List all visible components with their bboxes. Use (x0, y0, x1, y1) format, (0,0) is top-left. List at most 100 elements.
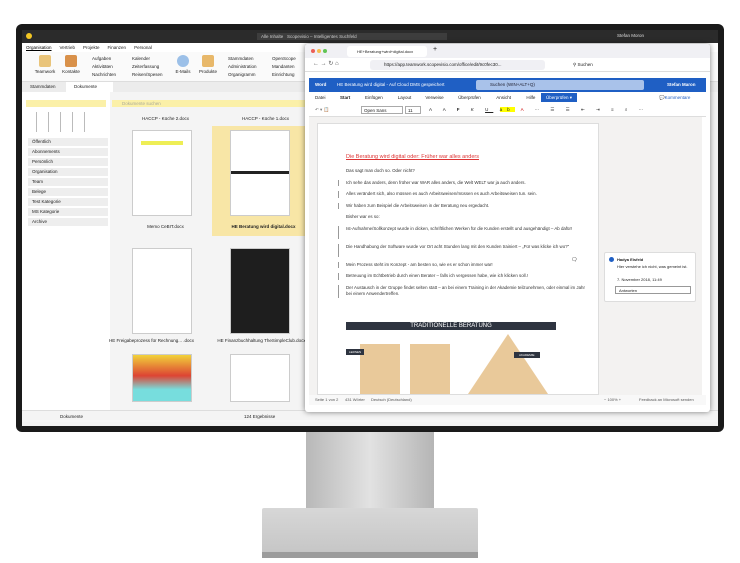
menu-tab[interactable]: Ansicht (496, 92, 511, 103)
user-menu[interactable]: Stefan Moron (617, 33, 644, 38)
aufgaben-button[interactable]: Aufgaben (92, 55, 116, 63)
kontakte-button[interactable]: Kontakte (60, 55, 82, 74)
url-field[interactable]: https://app.teamwork.scopevisio.com/offi… (370, 60, 545, 70)
word-menu: Überprüfen ▾ 💬Kommentare Datei Start Einfü… (309, 92, 706, 104)
minimize-window-icon[interactable] (317, 49, 321, 53)
document-title[interactable]: HE Beratung wird digital - Auf Cloud DMS… (337, 78, 445, 92)
review-mode-button[interactable]: Überprüfen ▾ (541, 93, 578, 102)
tab-organisation[interactable]: Organisation (26, 43, 52, 52)
zoom-control[interactable]: − 100% + (604, 395, 621, 405)
category-item[interactable]: Abonnements (28, 148, 108, 156)
document-thumbnail[interactable] (132, 354, 192, 402)
paragraph: Bisher war es so: (346, 214, 380, 219)
document-thumbnail[interactable] (230, 354, 290, 402)
document-thumbnail[interactable] (132, 248, 192, 334)
tab-projekte[interactable]: Projekte (83, 43, 100, 52)
category-sidebar: Öffentlich Abonnements Persönlich Organisat… (22, 92, 110, 410)
menu-tab[interactable]: Verweise (425, 92, 443, 103)
document-canvas: Die Beratung wird digital oder: Früher w… (309, 117, 702, 395)
browser-tab[interactable]: HE+Beratung+wird+digital.docx (347, 46, 427, 57)
produkte-button[interactable]: Produkte (197, 55, 219, 74)
document-label[interactable]: HE Freigabeprozess für Rechnung... .docx (104, 338, 199, 343)
zoom-level: 100% (607, 397, 618, 402)
category-item[interactable]: Persönlich (28, 158, 108, 166)
graphic-pyramid (468, 334, 548, 394)
emails-button[interactable]: E-Mails (172, 55, 194, 74)
nachrichten-button[interactable]: Nachrichten (92, 71, 116, 79)
menu-tab[interactable]: Einfügen (365, 92, 383, 103)
comment-marker-icon[interactable]: 🗨 (571, 257, 577, 263)
category-item[interactable]: MS Kategorie (28, 208, 108, 216)
maximize-window-icon[interactable] (323, 49, 327, 53)
browser-search[interactable]: ⚲ Suchen (573, 60, 663, 70)
document-label[interactable]: HACCP - Küche 2.docx (118, 116, 213, 121)
reisen-button[interactable]: Reisen/Spesen (132, 71, 163, 79)
close-window-icon[interactable] (311, 49, 315, 53)
document-thumbnail[interactable] (230, 248, 290, 334)
mandanten-button[interactable]: Mandanten (272, 63, 296, 71)
undo-icon[interactable]: ↶ ▾ 📋 (315, 103, 329, 117)
document-page[interactable]: Die Beratung wird digital oder: Früher w… (317, 123, 599, 395)
tab-vertrieb[interactable]: Vertrieb (60, 43, 76, 52)
word-logo[interactable]: Word (315, 78, 326, 92)
format-buttons[interactable]: A A F K U ab A ⋯ ☰ ☰ ⇤ ⇥ ≡ ⌕ ⋯ (429, 103, 648, 117)
document-heading: Die Beratung wird digital oder: Früher w… (346, 154, 479, 160)
folder-type-icons[interactable] (34, 112, 94, 132)
new-tab-icon[interactable]: + (433, 46, 437, 53)
category-search[interactable] (26, 100, 106, 107)
nav-icons[interactable]: ← → ↻ ⌂ (313, 60, 339, 67)
label: Überprüfen (546, 95, 569, 100)
category-item[interactable]: Team (28, 178, 108, 186)
comment-author: Hadya Eisfeld (617, 257, 644, 262)
app-logo-icon (26, 33, 32, 39)
category-item[interactable]: Öffentlich (28, 138, 108, 146)
reply-field[interactable]: Antworten (615, 286, 691, 294)
category-item[interactable]: Belege (28, 188, 108, 196)
tab-personal[interactable]: Personal (134, 43, 152, 52)
administration-button[interactable]: Administration (228, 63, 257, 71)
word-search[interactable]: Suchen (WIN+ALT+Q) (476, 80, 644, 90)
tab-finanzen[interactable]: Finanzen (108, 43, 127, 52)
label: E-Mails (175, 69, 191, 74)
document-label[interactable]: HE Beratung wird digital.docx (216, 224, 311, 229)
language[interactable]: Deutsch (Deutschland) (371, 395, 412, 405)
feedback-link[interactable]: Feedback an Microsoft senden (639, 395, 694, 405)
change-bar (338, 191, 339, 198)
label: Kommentare (664, 95, 691, 100)
word-user[interactable]: Stefan Maron (667, 78, 696, 92)
kalender-button[interactable]: Kalender (132, 55, 163, 63)
document-thumbnail[interactable] (132, 130, 192, 216)
document-label[interactable]: HE Finanzbuchhaltung TheSimpleClub.docx (214, 338, 309, 343)
comments-button[interactable]: 💬Kommentare (659, 92, 690, 103)
category-item[interactable]: Archive (28, 218, 108, 226)
document-thumbnail[interactable] (230, 130, 290, 216)
formatting-toolbar: ↶ ▾ 📋 Open Sans 11 A A F K U ab A ⋯ ☰ ☰ … (309, 103, 706, 117)
paragraph: Wir haben zum Beispiel die Arbeitsweisen… (346, 202, 490, 208)
stammdaten-button[interactable]: Stammdaten (228, 55, 257, 63)
ribbon-group-3: Stammdaten Administration Organigramm (228, 55, 257, 79)
menu-tab[interactable]: Datei (315, 92, 326, 103)
font-select[interactable]: Open Sans (361, 106, 403, 114)
comment-card[interactable]: Hadya Eisfeld Hier verstehe ich nicht, w… (604, 252, 696, 302)
category-item[interactable]: Organisation (28, 168, 108, 176)
search-scope[interactable]: Alle Inhalte (261, 34, 283, 39)
tab-stammdaten[interactable]: Stammdaten (30, 82, 56, 92)
menu-tab[interactable]: Hilfe (526, 92, 535, 103)
menu-tab[interactable]: Layout (398, 92, 412, 103)
zeiterfassung-button[interactable]: Zeiterfassung (132, 63, 163, 71)
font-size-select[interactable]: 11 (405, 106, 421, 114)
organigramm-button[interactable]: Organigramm (228, 71, 257, 79)
category-item[interactable]: Test Kategorie (28, 198, 108, 206)
smart-search[interactable]: Alle Inhalte Scopevisio – Intelligentes … (257, 33, 447, 40)
tab-dokumente[interactable]: Dokumente (66, 82, 114, 92)
document-label[interactable]: Memo CeBIT.docx (118, 224, 213, 229)
paragraph: Ich sehe das anders, denn früher war WAR… (346, 179, 526, 185)
einrichtung-button[interactable]: Einrichtung (272, 71, 296, 79)
search-placeholder[interactable]: Dokumente suchen (122, 101, 161, 106)
menu-tab[interactable]: Überprüfen (458, 92, 481, 103)
teamwork-button[interactable]: Teamwork (34, 55, 56, 74)
openscope-button[interactable]: OpenScope (272, 55, 296, 63)
document-label[interactable]: HACCP - Küche 1.docx (218, 116, 313, 121)
aktivitaeten-button[interactable]: Aktivitäten (92, 63, 116, 71)
search-input[interactable]: Scopevisio – Intelligentes Suchfeld (287, 34, 357, 39)
